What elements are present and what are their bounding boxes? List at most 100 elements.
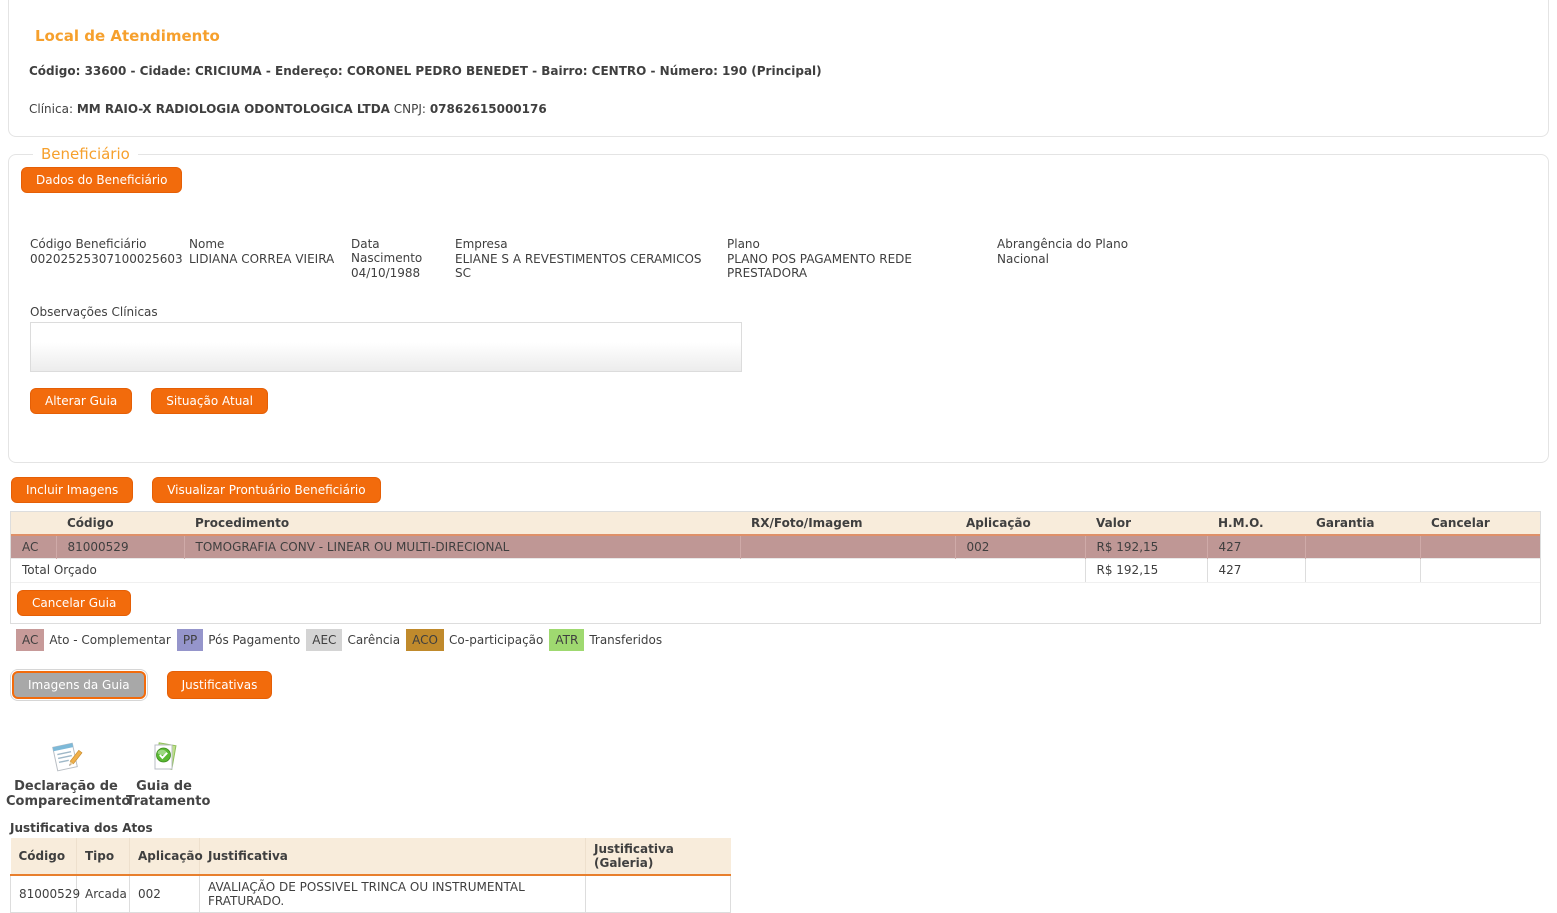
cell-justificativa: AVALIAÇÃO DE POSSIVEL TRINCA OU INSTRUME… (199, 874, 586, 913)
field-plano: Plano PLANO POS PAGAMENTO REDE PRESTADOR… (727, 237, 997, 280)
local-atendimento-title: Local de Atendimento (35, 27, 220, 45)
legend-badge-atr: ATR (549, 628, 585, 651)
clinica-nome: MM RAIO-X RADIOLOGIA ODONTOLOGICA LTDA (76, 102, 390, 116)
field-codigo-beneficiario: Código Beneficiário 00202525307100025603 (30, 237, 189, 280)
col-cancelar: Cancelar (1420, 512, 1540, 535)
cnpj-valor: 07862615000176 (429, 102, 547, 116)
field-empresa: Empresa ELIANE S A REVESTIMENTOS CERAMIC… (455, 237, 727, 280)
field-label: Código Beneficiário (30, 237, 147, 251)
legend-label-aec: Carência (347, 632, 401, 647)
total-row: Total Orçado R$ 192,15 427 (11, 558, 1540, 582)
cell-justificativa-galeria (585, 874, 731, 913)
legend-badge-aco: ACO (406, 628, 444, 651)
total-label: Total Orçado (11, 558, 1085, 582)
total-valor: R$ 192,15 (1084, 558, 1207, 582)
cell-rx-foto-imagem (740, 534, 956, 559)
total-cancelar (1419, 558, 1540, 582)
observacoes-label: Observações Clínicas (30, 305, 158, 319)
field-value: ELIANE S A REVESTIMENTOS CERAMICOS SC (455, 252, 702, 280)
situacao-atual-button[interactable]: Situação Atual (151, 388, 268, 414)
beneficiario-buttons: Alterar Guia Situação Atual (30, 388, 1536, 414)
shortcut-label: Guia de Tratamento (126, 778, 211, 809)
cell-garantia (1305, 534, 1421, 559)
beneficiario-panel: Beneficiário Dados do Beneficiário Códig… (8, 145, 1549, 463)
field-value: 04/10/1988 (351, 266, 421, 280)
field-value: Nacional (997, 252, 1049, 266)
total-hmo: 427 (1206, 558, 1305, 582)
incluir-imagens-button[interactable]: Incluir Imagens (11, 477, 134, 503)
legend-label-pp: Pós Pagamento (208, 632, 301, 647)
legend-label-atr: Transferidos (589, 632, 663, 647)
cell-tipo: Arcada (76, 874, 130, 913)
document-pencil-icon[interactable] (6, 739, 126, 775)
local-atendimento-info: Código: 33600 - Cidade: CRICIUMA - Ender… (29, 64, 822, 78)
local-atendimento-panel: Local de Atendimento Código: 33600 - Cid… (8, 0, 1549, 137)
shortcut-label-line1: Guia de (136, 778, 192, 794)
procedimentos-table: Código Procedimento RX/Foto/Imagem Aplic… (11, 512, 1540, 582)
legend-label-ac: Ato - Complementar (49, 632, 171, 647)
col-rx-foto-imagem: RX/Foto/Imagem (740, 512, 955, 535)
justificativas-button[interactable]: Justificativas (166, 670, 273, 699)
justificativa-atos-table: Código Tipo Aplicação Justificativa Just… (10, 837, 731, 913)
field-value: LIDIANA CORREA VIEIRA (189, 252, 335, 266)
document-shortcuts: Declaração de Comparecimento Guia de Tra… (6, 739, 1557, 809)
declaracao-comparecimento-shortcut[interactable]: Declaração de Comparecimento (6, 739, 131, 809)
alterar-guia-button[interactable]: Alterar Guia (30, 388, 133, 414)
cell-codigo: 81000529 (10, 874, 80, 913)
cancelar-guia-button[interactable]: Cancelar Guia (17, 589, 132, 616)
col-codigo: Código (10, 837, 77, 876)
cnpj-label: CNPJ: (393, 102, 426, 116)
procedimentos-container: Código Procedimento RX/Foto/Imagem Aplic… (10, 511, 1541, 624)
cell-valor: R$ 192,15 (1085, 534, 1208, 559)
cancelar-guia-wrap: Cancelar Guia (11, 581, 1540, 623)
legend-badge-ac: AC (16, 628, 45, 651)
document-check-icon[interactable] (126, 739, 202, 775)
col-tipo: Tipo (76, 837, 130, 876)
legend-badge-pp: PP (176, 628, 204, 651)
cell-aplicacao: 002 (129, 874, 200, 913)
field-label: Nome (189, 237, 225, 251)
field-value: 00202525307100025603 (30, 252, 183, 266)
total-garantia (1304, 558, 1420, 582)
field-value: PLANO POS PAGAMENTO REDE PRESTADORA (727, 252, 912, 280)
field-data-nascimento: Data Nascimento 04/10/1988 (351, 237, 455, 280)
guide-actions-row: Incluir Imagens Visualizar Prontuário Be… (11, 477, 1557, 503)
beneficiario-fields: Código Beneficiário 00202525307100025603… (30, 237, 1536, 280)
cell-procedimento: TOMOGRAFIA CONV - LINEAR OU MULTI-DIRECI… (184, 534, 741, 559)
col-justificativa-galeria: Justificativa (Galeria) (585, 837, 731, 876)
legend-badge-aec: AEC (306, 628, 343, 651)
beneficiario-legend: Beneficiário (41, 145, 130, 163)
col-tipo (11, 512, 56, 535)
guia-tratamento-shortcut[interactable]: Guia de Tratamento (126, 739, 211, 809)
shortcut-label-line1: Declaração de (14, 778, 118, 794)
clinica-label: Clínica: (29, 102, 73, 116)
cell-tipo: AC (11, 534, 57, 559)
procedimentos-header-row: Código Procedimento RX/Foto/Imagem Aplic… (11, 512, 1540, 535)
imagens-da-guia-button[interactable]: Imagens da Guia (10, 668, 148, 701)
procedimento-row: AC 81000529 TOMOGRAFIA CONV - LINEAR OU … (11, 534, 1540, 559)
guia-tab-buttons: Imagens da Guia Justificativas (10, 668, 1557, 701)
cell-hmo: 427 (1207, 534, 1306, 559)
observacoes-textarea[interactable] (30, 322, 742, 372)
tipo-ato-legend: AC Ato - Complementar PP Pós Pagamento A… (16, 628, 1557, 651)
field-abrangencia: Abrangência do Plano Nacional (997, 237, 1138, 280)
dados-beneficiario-button[interactable]: Dados do Beneficiário (21, 167, 183, 193)
shortcut-label-line2: Tratamento (126, 793, 211, 809)
legend-label-aco: Co-participação (448, 632, 544, 647)
col-codigo: Código (56, 512, 184, 535)
cell-codigo: 81000529 (56, 534, 185, 559)
field-nome: Nome LIDIANA CORREA VIEIRA (189, 237, 351, 280)
visualizar-prontuario-button[interactable]: Visualizar Prontuário Beneficiário (152, 477, 381, 503)
col-garantia: Garantia (1305, 512, 1420, 535)
cell-aplicacao: 002 (955, 534, 1086, 559)
clinica-line: Clínica: MM RAIO-X RADIOLOGIA ODONTOLOGI… (29, 102, 1534, 116)
col-hmo: H.M.O. (1207, 512, 1305, 535)
shortcut-label: Declaração de Comparecimento (6, 778, 131, 809)
col-procedimento: Procedimento (184, 512, 740, 535)
field-label: Empresa (455, 237, 508, 251)
shortcut-label-line2: Comparecimento (6, 793, 131, 809)
field-label: Abrangência do Plano (997, 237, 1129, 251)
justificativa-row: 81000529 Arcada 002 AVALIAÇÃO DE POSSIVE… (10, 874, 731, 913)
justificativa-header-row: Código Tipo Aplicação Justificativa Just… (10, 837, 731, 876)
field-label: Data Nascimento (351, 237, 423, 265)
